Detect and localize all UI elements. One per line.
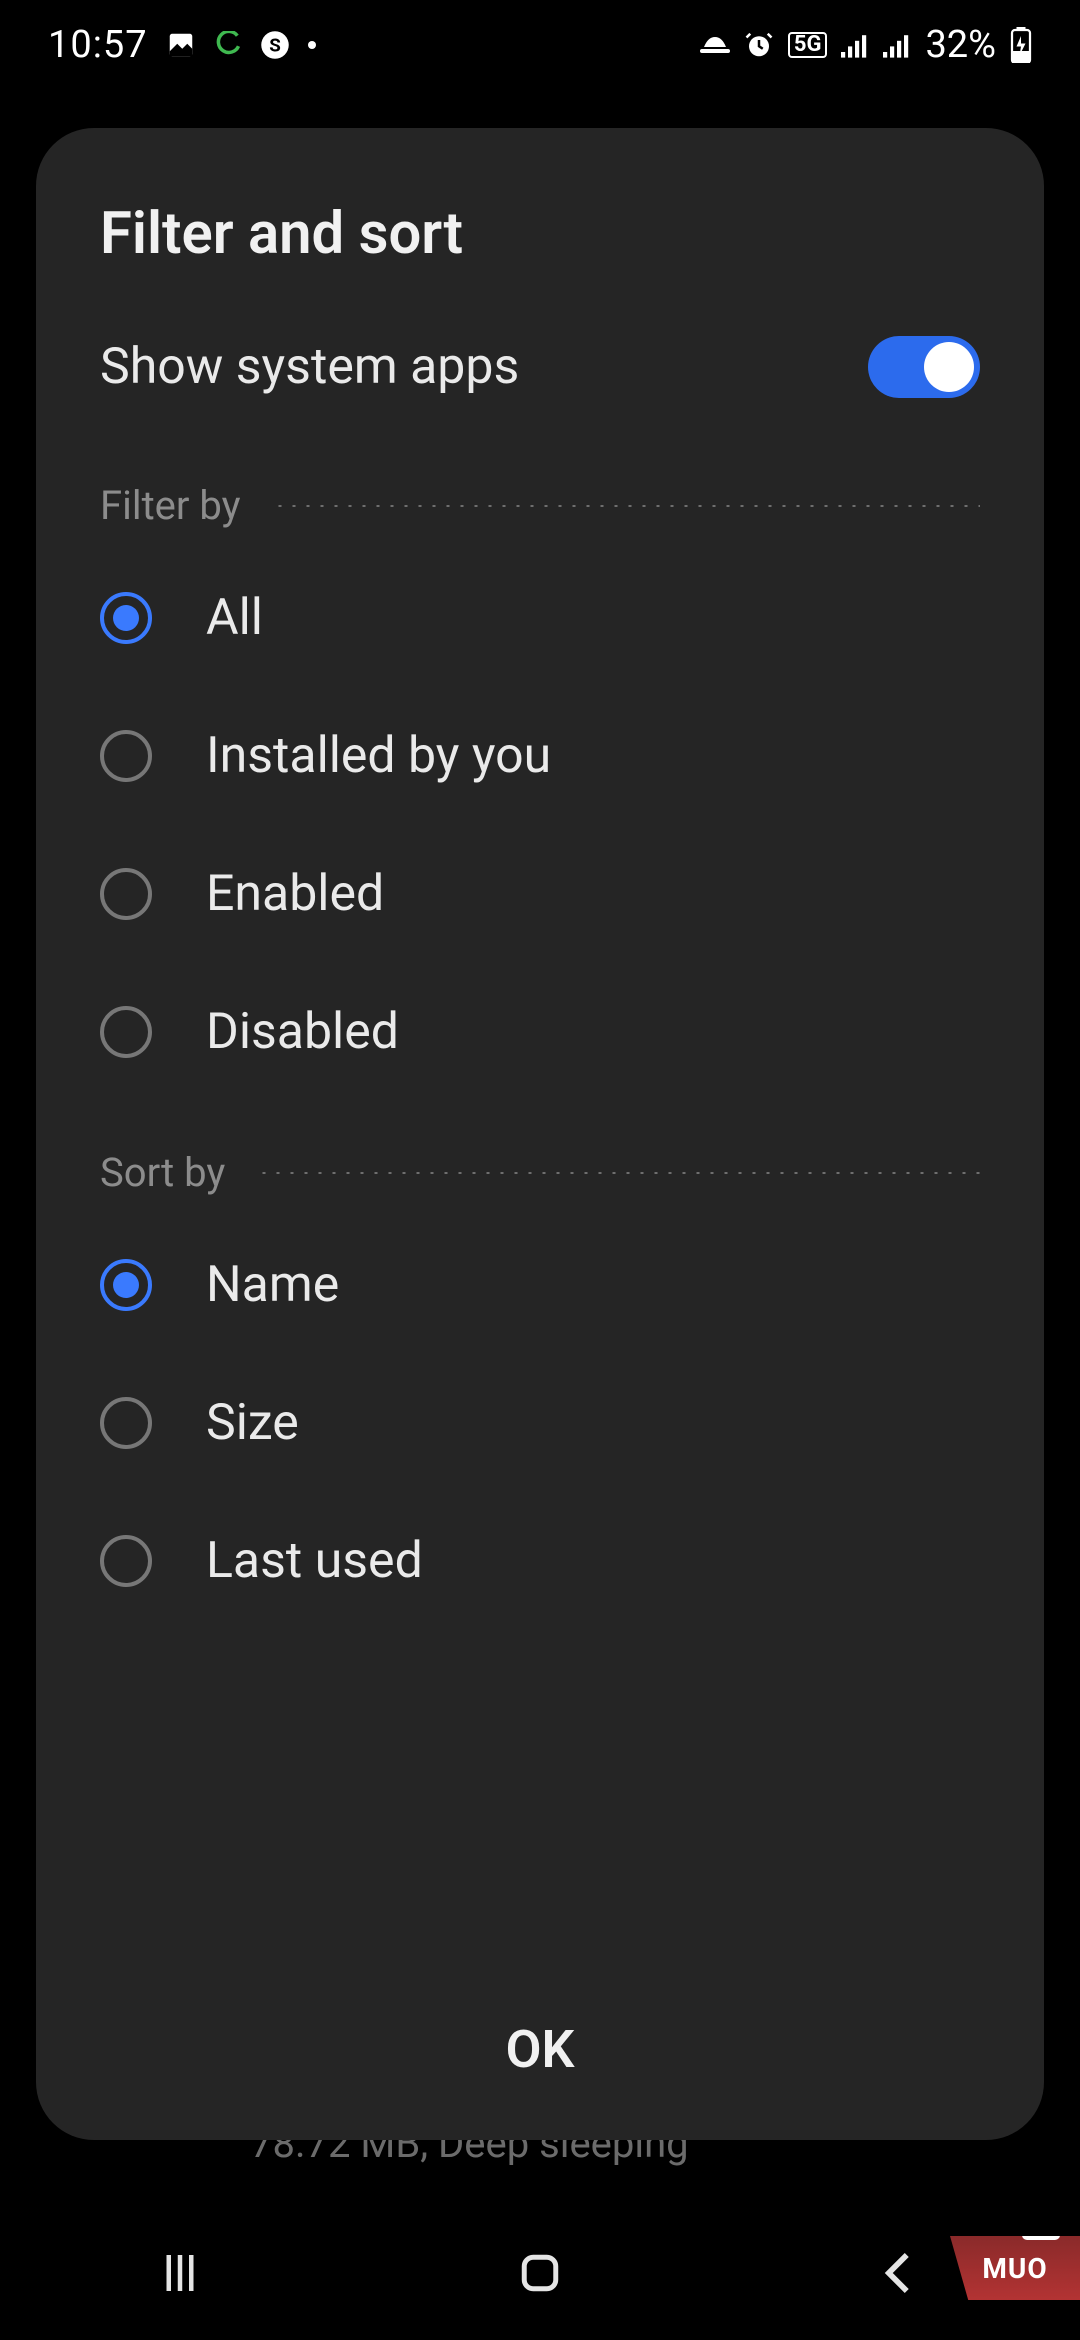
svg-text:S: S bbox=[269, 34, 281, 56]
gallery-icon bbox=[166, 30, 196, 60]
signal-1-icon bbox=[841, 32, 869, 58]
option-label: Name bbox=[206, 1256, 339, 1314]
radio-icon bbox=[100, 592, 152, 644]
navigation-bar bbox=[0, 2210, 1080, 2340]
sort-by-label: Sort by bbox=[100, 1149, 225, 1196]
option-label: Installed by you bbox=[206, 727, 551, 785]
status-time: 10:57 bbox=[48, 23, 148, 67]
network-5g-icon: 5G bbox=[788, 32, 828, 58]
radio-icon bbox=[100, 1259, 152, 1311]
radio-icon bbox=[100, 1397, 152, 1449]
show-system-apps-switch[interactable] bbox=[868, 336, 980, 398]
option-label: All bbox=[206, 589, 263, 647]
filter-option-all[interactable]: All bbox=[36, 549, 1044, 687]
more-notifications-icon bbox=[308, 41, 316, 49]
alarm-icon bbox=[744, 30, 774, 60]
show-system-apps-label: Show system apps bbox=[100, 338, 519, 396]
sort-option-size[interactable]: Size bbox=[36, 1354, 1044, 1492]
option-label: Disabled bbox=[206, 1003, 399, 1061]
dnd-icon bbox=[700, 33, 730, 57]
circle-s-icon: S bbox=[260, 30, 290, 60]
muo-watermark: MUO bbox=[950, 2236, 1080, 2300]
battery-charging-icon bbox=[1010, 27, 1032, 63]
filter-option-disabled[interactable]: Disabled bbox=[36, 963, 1044, 1101]
divider-dotted bbox=[257, 1172, 980, 1174]
signal-2-icon bbox=[883, 32, 911, 58]
battery-percent: 32% bbox=[925, 23, 996, 67]
radio-icon bbox=[100, 1006, 152, 1058]
status-bar: 10:57 S 5G 32% bbox=[0, 0, 1080, 90]
filter-by-label: Filter by bbox=[100, 482, 241, 529]
option-label: Last used bbox=[206, 1532, 423, 1590]
sync-icon bbox=[214, 31, 242, 59]
switch-thumb bbox=[924, 342, 974, 392]
back-icon[interactable] bbox=[873, 2246, 927, 2304]
dialog-title: Filter and sort bbox=[36, 200, 1044, 318]
status-right: 5G 32% bbox=[700, 23, 1032, 67]
option-label: Size bbox=[206, 1394, 299, 1452]
status-left: 10:57 S bbox=[48, 23, 316, 67]
divider-dotted bbox=[273, 505, 980, 507]
filter-option-enabled[interactable]: Enabled bbox=[36, 825, 1044, 963]
filter-sort-dialog: Filter and sort Show system apps Filter … bbox=[36, 128, 1044, 2140]
sort-by-header: Sort by bbox=[36, 1101, 1044, 1216]
sort-option-last-used[interactable]: Last used bbox=[36, 1492, 1044, 1630]
show-system-apps-row[interactable]: Show system apps bbox=[36, 318, 1044, 434]
radio-icon bbox=[100, 1535, 152, 1587]
recents-icon[interactable] bbox=[153, 2246, 207, 2304]
ok-button[interactable]: OK bbox=[36, 1971, 1044, 2140]
radio-icon bbox=[100, 730, 152, 782]
filter-option-installed-by-you[interactable]: Installed by you bbox=[36, 687, 1044, 825]
option-label: Enabled bbox=[206, 865, 384, 923]
filter-by-header: Filter by bbox=[36, 434, 1044, 549]
home-icon[interactable] bbox=[513, 2246, 567, 2304]
radio-icon bbox=[100, 868, 152, 920]
sort-option-name[interactable]: Name bbox=[36, 1216, 1044, 1354]
